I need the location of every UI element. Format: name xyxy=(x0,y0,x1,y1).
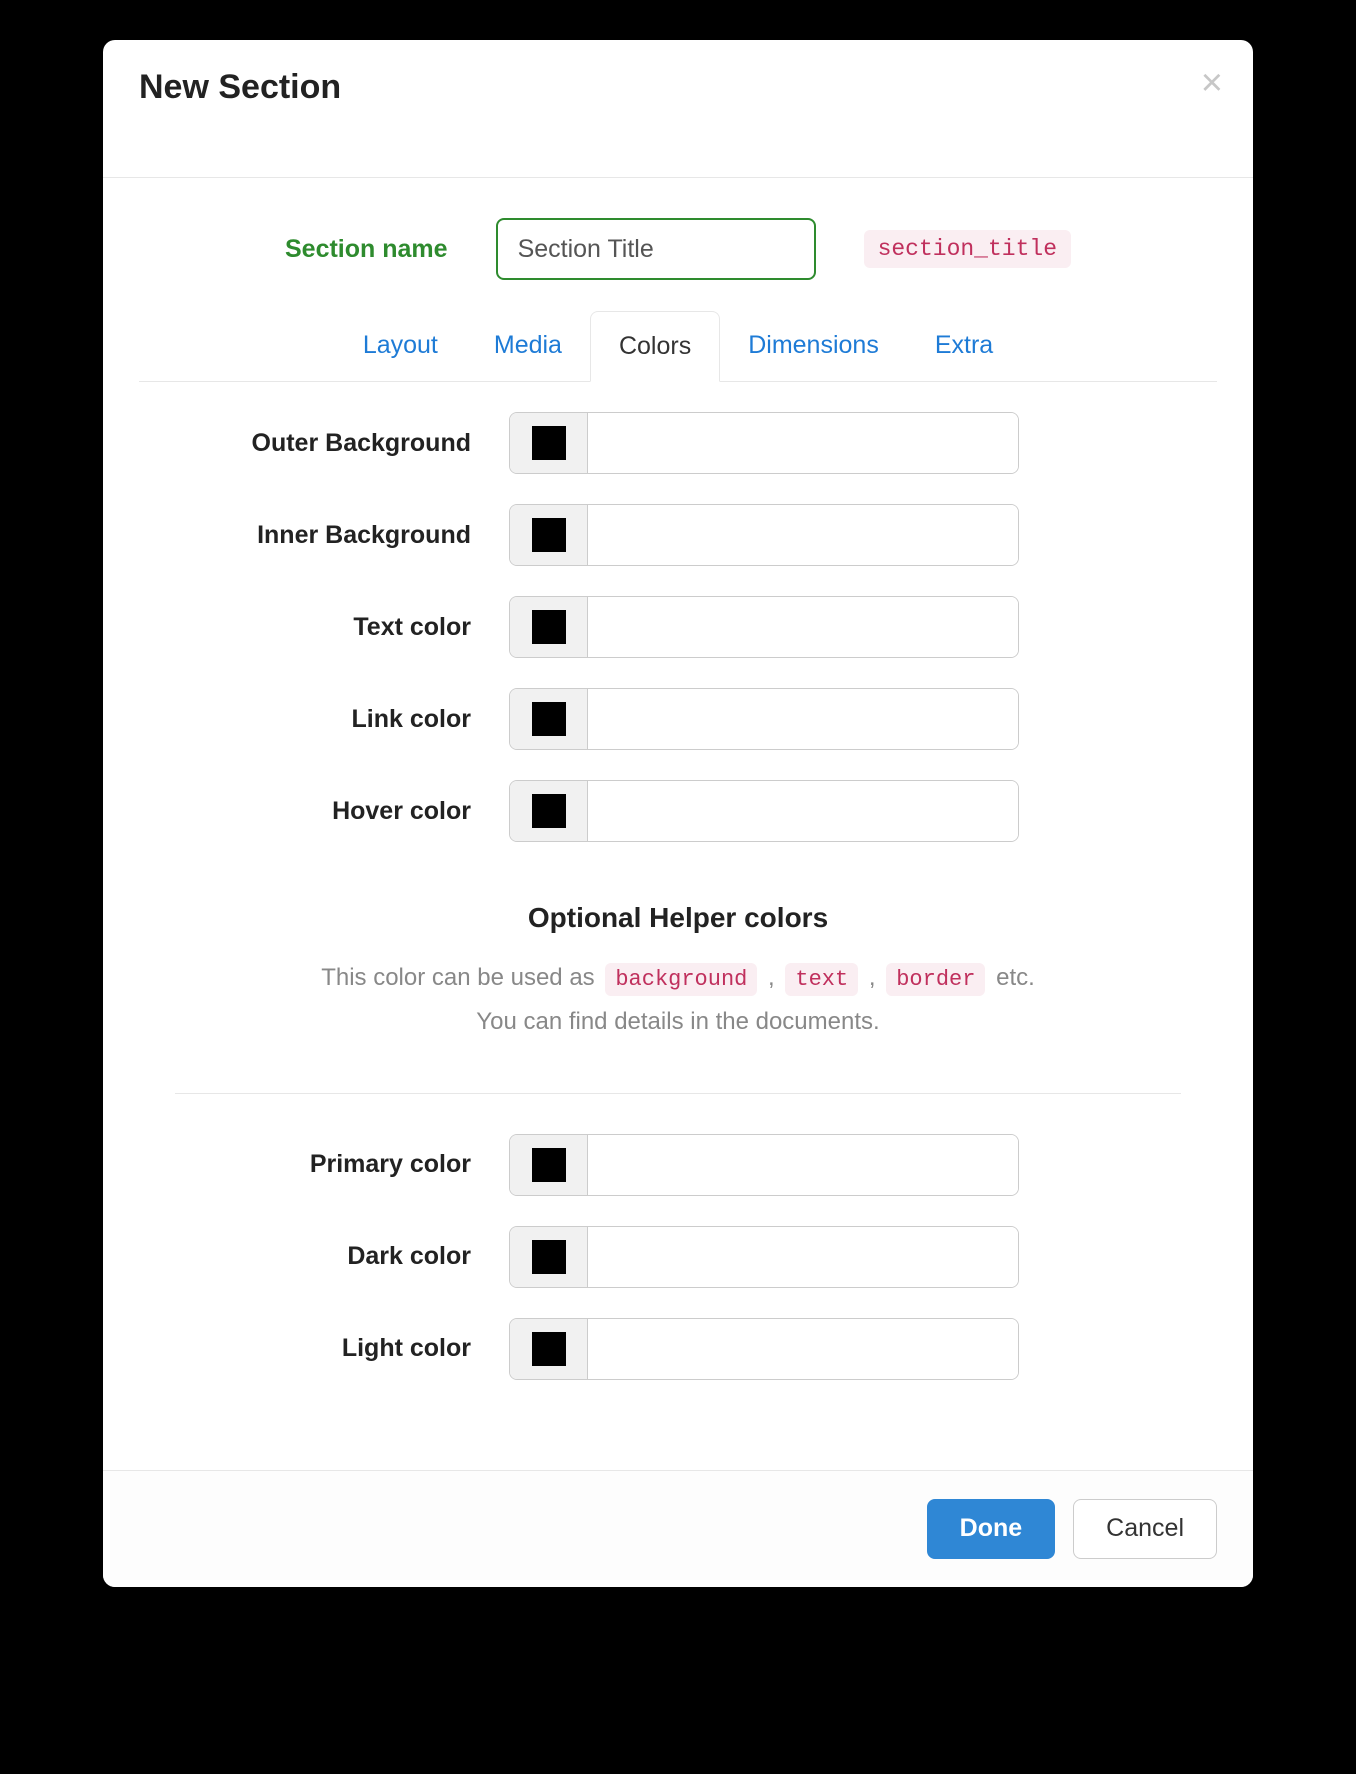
color-swatch-icon xyxy=(532,610,566,644)
helper-text: You can find details in the documents. xyxy=(476,1008,879,1035)
color-swatch-icon xyxy=(532,518,566,552)
color-swatch-icon xyxy=(532,794,566,828)
light-color-input[interactable] xyxy=(588,1319,1018,1379)
helper-title: Optional Helper colors xyxy=(139,902,1217,934)
color-swatch-button[interactable] xyxy=(510,505,588,565)
modal-header: New Section × xyxy=(103,40,1253,178)
field-label: Link color xyxy=(139,705,509,734)
color-input-group xyxy=(509,1134,1019,1196)
dark-color-input[interactable] xyxy=(588,1227,1018,1287)
helper-text: This color can be used as xyxy=(321,964,601,991)
color-swatch-button[interactable] xyxy=(510,1319,588,1379)
field-label: Hover color xyxy=(139,797,509,826)
section-name-row: Section name section_title xyxy=(103,178,1253,310)
field-label: Outer Background xyxy=(139,429,509,458)
field-dark-color: Dark color xyxy=(139,1226,1217,1288)
section-name-label: Section name xyxy=(285,235,448,264)
outer-background-input[interactable] xyxy=(588,413,1018,473)
form-body: Outer Background Inner Background Text c… xyxy=(103,382,1253,1470)
tab-dimensions[interactable]: Dimensions xyxy=(720,311,907,382)
helper-text: , xyxy=(761,964,781,991)
link-color-input[interactable] xyxy=(588,689,1018,749)
field-outer-background: Outer Background xyxy=(139,412,1217,474)
divider xyxy=(175,1093,1181,1094)
color-swatch-button[interactable] xyxy=(510,1135,588,1195)
field-hover-color: Hover color xyxy=(139,780,1217,842)
color-input-group xyxy=(509,412,1019,474)
color-swatch-icon xyxy=(532,426,566,460)
helper-section: Optional Helper colors This color can be… xyxy=(139,902,1217,1043)
color-input-group xyxy=(509,1226,1019,1288)
field-primary-color: Primary color xyxy=(139,1134,1217,1196)
tab-media[interactable]: Media xyxy=(466,311,590,382)
color-swatch-button[interactable] xyxy=(510,413,588,473)
hover-color-input[interactable] xyxy=(588,781,1018,841)
color-input-group xyxy=(509,596,1019,658)
color-input-group xyxy=(509,504,1019,566)
color-swatch-button[interactable] xyxy=(510,597,588,657)
color-input-group xyxy=(509,1318,1019,1380)
color-swatch-icon xyxy=(532,1240,566,1274)
field-light-color: Light color xyxy=(139,1318,1217,1380)
modal-footer: Done Cancel xyxy=(103,1470,1253,1587)
helper-description: This color can be used as background , t… xyxy=(139,956,1217,1043)
tab-extra[interactable]: Extra xyxy=(907,311,1021,382)
done-button[interactable]: Done xyxy=(927,1499,1056,1559)
new-section-modal: New Section × Section name section_title… xyxy=(103,40,1253,1587)
modal-title: New Section xyxy=(139,68,1217,107)
primary-color-input[interactable] xyxy=(588,1135,1018,1195)
inner-background-input[interactable] xyxy=(588,505,1018,565)
field-label: Light color xyxy=(139,1334,509,1363)
cancel-button[interactable]: Cancel xyxy=(1073,1499,1217,1559)
color-swatch-button[interactable] xyxy=(510,1227,588,1287)
field-label: Text color xyxy=(139,613,509,642)
field-label: Dark color xyxy=(139,1242,509,1271)
section-slug-badge: section_title xyxy=(864,230,1071,268)
text-color-input[interactable] xyxy=(588,597,1018,657)
field-link-color: Link color xyxy=(139,688,1217,750)
helper-text: etc. xyxy=(989,964,1034,991)
color-swatch-icon xyxy=(532,1332,566,1366)
color-input-group xyxy=(509,688,1019,750)
section-name-input[interactable] xyxy=(496,218,816,280)
field-label: Primary color xyxy=(139,1150,509,1179)
helper-text: , xyxy=(862,964,882,991)
color-swatch-button[interactable] xyxy=(510,781,588,841)
code-pill-background: background xyxy=(605,963,757,996)
color-swatch-icon xyxy=(532,702,566,736)
field-inner-background: Inner Background xyxy=(139,504,1217,566)
field-label: Inner Background xyxy=(139,521,509,550)
code-pill-border: border xyxy=(886,963,985,996)
close-icon[interactable]: × xyxy=(1201,64,1223,102)
color-swatch-icon xyxy=(532,1148,566,1182)
color-swatch-button[interactable] xyxy=(510,689,588,749)
code-pill-text: text xyxy=(785,963,858,996)
tab-layout[interactable]: Layout xyxy=(335,311,466,382)
field-text-color: Text color xyxy=(139,596,1217,658)
tab-colors[interactable]: Colors xyxy=(590,311,720,382)
tabs: Layout Media Colors Dimensions Extra xyxy=(139,310,1217,382)
color-input-group xyxy=(509,780,1019,842)
